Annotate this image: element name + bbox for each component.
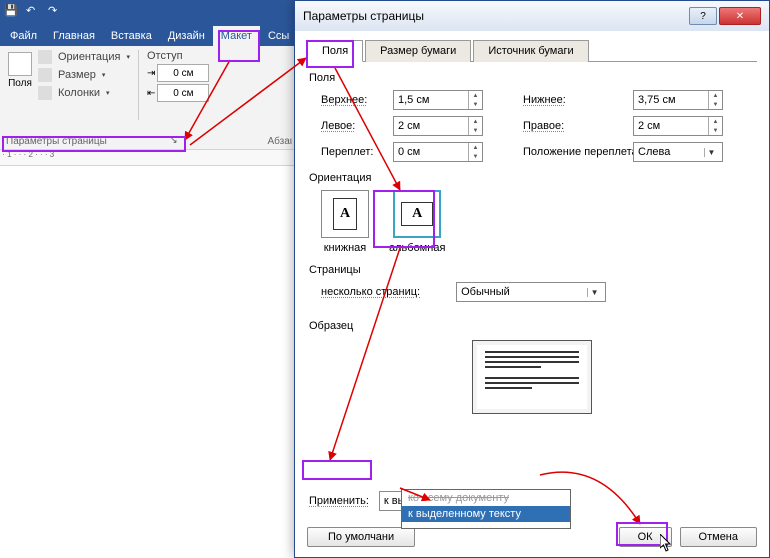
section-preview: Образец bbox=[309, 320, 757, 332]
dialog-title: Параметры страницы bbox=[303, 9, 424, 23]
top-input[interactable]: 1,5 см▲▼ bbox=[393, 90, 483, 110]
close-button[interactable]: ✕ bbox=[719, 7, 761, 25]
ribbon-tabs: Файл Главная Вставка Дизайн Макет Ссы bbox=[0, 22, 300, 46]
preview-box bbox=[472, 340, 592, 414]
cursor-icon bbox=[660, 534, 672, 552]
apply-label: Применить: bbox=[309, 495, 369, 507]
gutter-pos-label: Положение переплета: bbox=[523, 146, 633, 158]
columns-icon bbox=[38, 86, 52, 100]
indent-right-value[interactable]: 0 см bbox=[157, 84, 209, 102]
section-pages: Страницы bbox=[309, 264, 757, 276]
pages-combo[interactable]: Обычный▼ bbox=[456, 282, 606, 302]
columns-button[interactable]: Колонки▾ bbox=[38, 86, 130, 100]
gutter-label: Переплет: bbox=[321, 146, 393, 158]
orientation-button[interactable]: Ориентация▾ bbox=[38, 50, 130, 64]
tab-file[interactable]: Файл bbox=[2, 26, 45, 46]
group-paragraph-label: Абзаι bbox=[267, 136, 292, 147]
top-label: Верхнее: bbox=[321, 94, 393, 106]
apply-option-selection[interactable]: к выделенному тексту bbox=[402, 506, 570, 522]
bottom-label: Нижнее: bbox=[523, 94, 633, 106]
group-page-setup-label: Параметры страницы bbox=[6, 136, 176, 147]
orientation-icon bbox=[38, 50, 52, 64]
word-window: 💾 ↶ ↷ Файл Главная Вставка Дизайн Макет … bbox=[0, 0, 300, 558]
left-label: Левое: bbox=[321, 120, 393, 132]
gutter-pos-combo[interactable]: Слева▼ bbox=[633, 142, 723, 162]
tab-design[interactable]: Дизайн bbox=[160, 26, 213, 46]
dialog-titlebar[interactable]: Параметры страницы ? ✕ bbox=[295, 1, 769, 31]
tab-margins[interactable]: Поля bbox=[307, 40, 363, 62]
tab-layout[interactable]: Макет bbox=[213, 26, 260, 46]
margins-label[interactable]: Поля bbox=[8, 78, 32, 89]
cancel-button[interactable]: Отмена bbox=[680, 527, 757, 547]
apply-option-all[interactable]: ко всему документу bbox=[402, 490, 570, 506]
indent-right-icon: ⇤ bbox=[147, 88, 155, 99]
margins-icon[interactable] bbox=[8, 52, 32, 76]
size-button[interactable]: Размер▾ bbox=[38, 68, 130, 82]
indent-left-value[interactable]: 0 см bbox=[157, 64, 209, 82]
save-icon[interactable]: 💾 bbox=[4, 4, 18, 18]
ribbon-layout: Поля Ориентация▾ Размер▾ Колонки▾ Отступ… bbox=[0, 46, 300, 150]
default-button[interactable]: По умолчани bbox=[307, 527, 415, 547]
pages-label: несколько страниц: bbox=[321, 286, 420, 298]
left-input[interactable]: 2 см▲▼ bbox=[393, 116, 483, 136]
bottom-input[interactable]: 3,75 см▲▼ bbox=[633, 90, 723, 110]
dialog-tabs: Поля Размер бумаги Источник бумаги bbox=[307, 39, 757, 62]
document-area[interactable] bbox=[0, 166, 300, 546]
orientation-landscape[interactable]: A альбомная bbox=[389, 190, 445, 254]
page-setup-dialog: Параметры страницы ? ✕ Поля Размер бумаг… bbox=[294, 0, 770, 558]
gutter-input[interactable]: 0 см▲▼ bbox=[393, 142, 483, 162]
indent-label: Отступ bbox=[147, 50, 209, 62]
orientation-portrait[interactable]: A книжная bbox=[321, 190, 369, 254]
tab-insert[interactable]: Вставка bbox=[103, 26, 160, 46]
help-button[interactable]: ? bbox=[689, 7, 717, 25]
right-input[interactable]: 2 см▲▼ bbox=[633, 116, 723, 136]
tab-links[interactable]: Ссы bbox=[260, 26, 297, 46]
section-margins: Поля bbox=[309, 72, 757, 84]
section-orientation: Ориентация bbox=[309, 172, 757, 184]
tab-paper[interactable]: Размер бумаги bbox=[365, 40, 471, 62]
tab-source[interactable]: Источник бумаги bbox=[473, 40, 588, 62]
indent-left-icon: ⇥ bbox=[147, 68, 155, 79]
undo-icon[interactable]: ↶ bbox=[26, 4, 40, 18]
ruler: · 1 · · · 2 · · · 3 bbox=[0, 150, 300, 166]
apply-dropdown[interactable]: ко всему документу к выделенному тексту bbox=[401, 489, 571, 529]
quick-access-toolbar: 💾 ↶ ↷ bbox=[0, 0, 300, 22]
right-label: Правое: bbox=[523, 120, 633, 132]
size-icon bbox=[38, 68, 52, 82]
page-setup-launcher-icon[interactable]: ↘ bbox=[170, 135, 178, 146]
tab-home[interactable]: Главная bbox=[45, 26, 103, 46]
redo-icon[interactable]: ↷ bbox=[48, 4, 62, 18]
